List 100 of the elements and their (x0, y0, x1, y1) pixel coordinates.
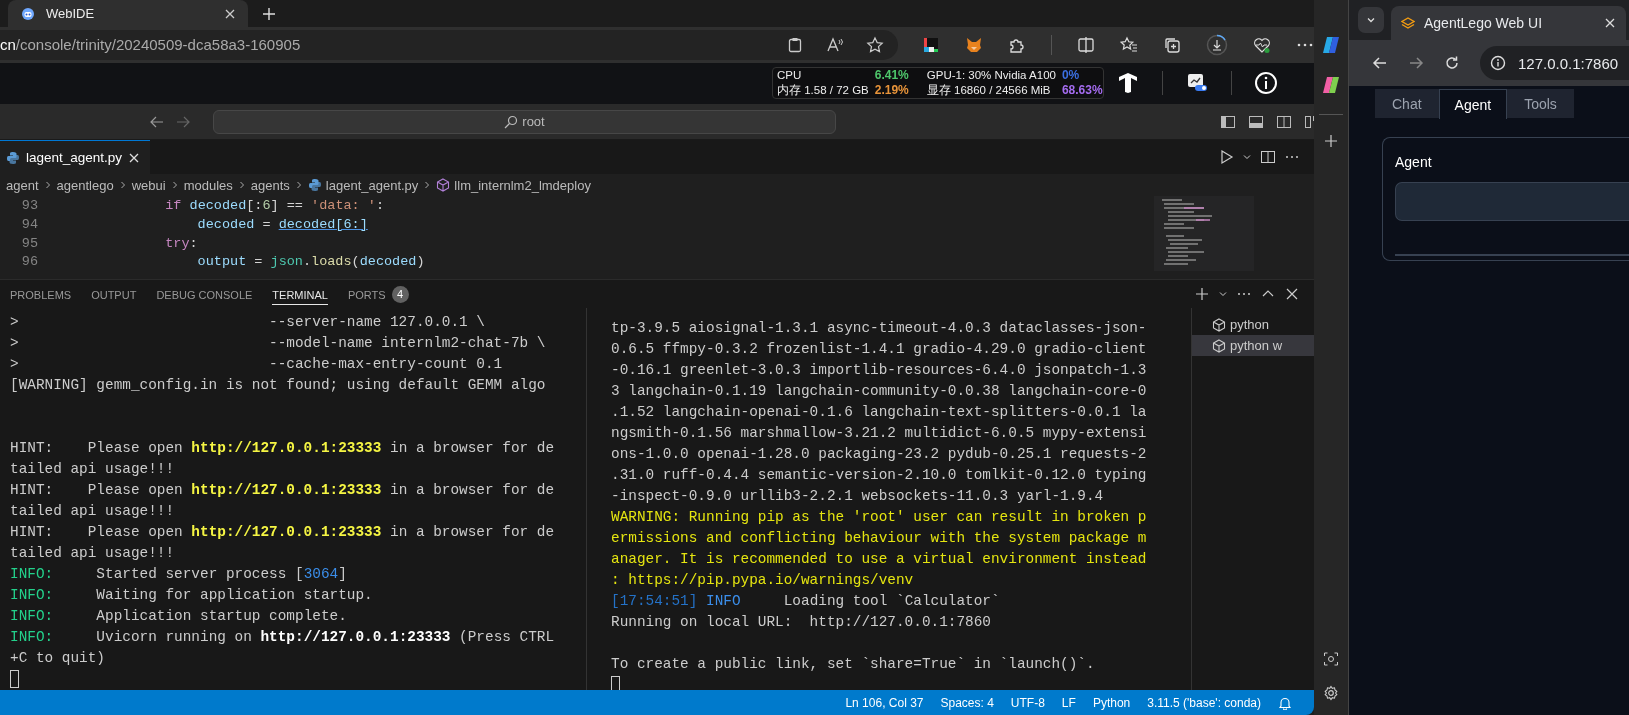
resource-percent: 68.63% (1061, 83, 1103, 98)
terminal-line: tp-3.9.5 aiosignal-1.3.1 async-timeout-4.0.3 dataclasses-json- (611, 319, 1148, 339)
chevron-down-icon (1366, 15, 1376, 25)
close-icon[interactable] (1604, 17, 1616, 29)
count-badge: 4 (391, 285, 409, 303)
close-icon[interactable] (128, 151, 141, 164)
close-icon[interactable] (224, 7, 236, 20)
cube-icon (1212, 317, 1226, 332)
sidebar-layout-icon[interactable] (1220, 113, 1236, 130)
breadcrumb-item[interactable]: modules (183, 177, 233, 193)
robot-icon (20, 5, 36, 22)
resource-percent: 2.19% (874, 83, 909, 98)
python-icon (307, 178, 322, 193)
reload-icon[interactable] (1444, 55, 1460, 71)
download-icon[interactable] (1206, 33, 1228, 56)
plus-icon[interactable] (1323, 133, 1339, 149)
terminal-line: INFO: Application startup complete. (10, 607, 348, 627)
terminal-line: ons-1.0.0 openai-1.28.0 packaging-23.2 pydub-0.25.1 requests-2 (611, 445, 1148, 465)
run-icon[interactable] (1218, 149, 1234, 166)
address-bar[interactable]: 127.0.0.1:7860 (1480, 46, 1629, 80)
status-item[interactable]: Python (1092, 695, 1131, 710)
settings-icon[interactable] (1323, 685, 1339, 701)
panel-layout-icon[interactable] (1248, 113, 1264, 130)
terminal-line: ngsmith-0.1.56 marshmallow-3.21.2 multidict-6.0.5 mypy-extensi (611, 424, 1148, 444)
terminal-line: ermissions and conflicting behaviour with the system package m (611, 529, 1148, 549)
line-number: 95 (20, 235, 38, 251)
breadcrumb-item[interactable]: webui (131, 177, 166, 193)
screen-capture-icon[interactable] (1323, 651, 1339, 667)
editor-tab[interactable]: lagent_agent.py (0, 140, 151, 175)
resource-stat: 显存 16860 / 24566 MiB (926, 82, 1052, 98)
status-item[interactable]: UTF-8 (1010, 695, 1045, 710)
address-bar[interactable]: cn/console/trinity/20240509-dca58a3-160905 (0, 29, 898, 60)
terminal-line: INFO: Started server process [3064] (10, 565, 348, 585)
breadcrumb-item[interactable]: agents (250, 177, 290, 193)
terminal-line: tailed api usage!!! (10, 544, 176, 564)
breadcrumb-item[interactable]: llm_internlm2_lmdeploy (454, 177, 591, 193)
terminal-session[interactable]: python (1192, 314, 1314, 336)
status-item[interactable]: 3.11.5 ('base': conda) (1147, 695, 1261, 710)
terminal-line: 0.6.5 ffmpy-0.3.2 frozenlist-1.4.1 gradio-4.29.0 gradio-client (611, 340, 1148, 360)
split-editor-icon[interactable] (1260, 149, 1276, 166)
app-tab[interactable]: Agent (1438, 89, 1508, 119)
cube-icon (1212, 338, 1226, 353)
star-icon[interactable] (866, 35, 884, 54)
terminal-line: -inspect-0.9.0 urllib3-2.2.1 websockets-11.0.3 yarl-1.9.4 (611, 487, 1105, 507)
clipboard-icon[interactable] (786, 35, 804, 54)
terminal-line: .1.52 langchain-openai-0.1.6 langchain-text-splitters-0.0.1 la (611, 403, 1148, 423)
new-tab-icon[interactable] (262, 7, 276, 21)
plus-icon[interactable] (1194, 286, 1210, 303)
code-line: output = json.loads(decoded) (196, 254, 425, 270)
resource-stat: 内存 1.58 / 72 GB (777, 82, 869, 98)
breadcrumb-item[interactable]: agent (6, 177, 39, 193)
read-aloud-icon[interactable] (826, 35, 844, 54)
split-screen-icon[interactable] (1077, 35, 1095, 54)
code-line: decoded = decoded[6:] (196, 216, 368, 232)
app-tab[interactable]: Chat (1375, 89, 1439, 118)
favorites-icon[interactable] (1120, 35, 1138, 54)
line-number: 93 (20, 198, 38, 214)
panel-tab[interactable]: TERMINAL (272, 283, 328, 305)
terminal-line: > --server-name 127.0.0.1 \ (10, 313, 486, 333)
terminal-line: [WARNING] gemm_config.in is not found; using default GEMM algo (10, 376, 547, 396)
status-item[interactable]: Ln 106, Col 37 (845, 695, 924, 710)
terminal-line: INFO: Uvicorn running on http://127.0.0.1:23333 (Press CTRL (10, 628, 556, 648)
terminal-line: HINT: Please open http://127.0.0.1:23333 in a browser for de (10, 523, 556, 543)
panel-tab[interactable]: PROBLEMS (10, 283, 72, 305)
terminal-line: HINT: Please open http://127.0.0.1:23333 in a browser for de (10, 439, 556, 459)
browser-tab[interactable]: AgentLego Web UI (1391, 6, 1626, 40)
panel-tab[interactable]: DEBUG CONSOLE (156, 283, 253, 305)
terminal-line: : https://pip.pypa.io/warnings/venv (611, 571, 915, 591)
status-item[interactable]: Spaces: 4 (940, 695, 994, 710)
breadcrumb-item[interactable]: agentlego (56, 177, 114, 193)
info-icon[interactable] (1490, 55, 1506, 71)
terminal-line: .31.0 ruff-0.4.4 semantic-version-2.10.0 tomlkit-0.12.0 typing (611, 466, 1148, 486)
resource-percent: 6.41% (874, 68, 909, 83)
fox-icon[interactable] (965, 35, 983, 54)
terminal-line: INFO: Waiting for application startup. (10, 586, 374, 606)
command-center-search[interactable]: root (213, 109, 836, 134)
extension-icon[interactable] (922, 35, 940, 54)
terminal-line: anager. It is recommended to use a virtual environment instead (611, 550, 1148, 570)
terminal-line: Running on local URL: http://127.0.0.1:7860 (611, 613, 992, 633)
layers-logo-icon (1401, 16, 1415, 30)
line-number: 94 (20, 216, 38, 232)
back-arrow-icon[interactable] (1372, 55, 1388, 71)
terminal-line: +C to quit) (10, 649, 106, 669)
status-item[interactable]: LF (1061, 695, 1076, 710)
heart-pulse-icon[interactable] (1253, 35, 1271, 54)
forward-arrow-icon[interactable] (1408, 55, 1424, 71)
terminal-line: [17:54:51] INFO Loading tool `Calculator` (611, 592, 1001, 612)
bell-icon[interactable] (1278, 695, 1292, 710)
panel-tab[interactable]: PORTS (347, 283, 386, 305)
collections-icon[interactable] (1163, 35, 1181, 54)
browser-tab[interactable]: WebIDE (8, 0, 248, 27)
terminal-line: HINT: Please open http://127.0.0.1:23333 in a browser for de (10, 481, 556, 501)
app-tab[interactable]: Tools (1507, 89, 1574, 118)
panel-tab[interactable]: OUTPUT (91, 283, 137, 305)
secondary-sidebar-icon[interactable] (1276, 113, 1292, 130)
terminal-session[interactable]: python w (1192, 335, 1314, 357)
terminal-line: To create a public link, set `share=True` in `launch()`. (611, 655, 1096, 675)
resource-stat: GPU-1: 30% Nvidia A100 (926, 69, 1056, 82)
breadcrumb-item[interactable]: lagent_agent.py (325, 177, 419, 193)
terminal-line: 3 langchain-0.1.19 langchain-community-0.0.38 langchain-core-0 (611, 382, 1148, 402)
